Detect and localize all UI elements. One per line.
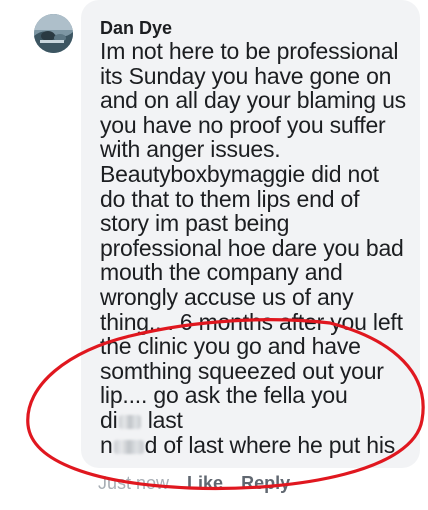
reply-button[interactable]: Reply bbox=[241, 473, 290, 493]
profile-photo-icon bbox=[34, 14, 73, 53]
comment-line-censored: n d of last where he put his bbox=[100, 432, 395, 459]
comment-line: you have no proof you suffer bbox=[100, 111, 386, 138]
comment-line: and on all day your blaming us bbox=[100, 87, 406, 114]
comment-text-fragment: di bbox=[100, 407, 118, 433]
comment-line: Im not here to be professional bbox=[100, 38, 399, 64]
comment-line: wrongly accuse us of any bbox=[100, 284, 354, 310]
comment-line: story im past being bbox=[100, 210, 290, 237]
avatar[interactable] bbox=[34, 14, 73, 53]
comment-line: the clinic you go and have bbox=[100, 333, 361, 360]
censor-blur bbox=[118, 414, 141, 429]
comment-text-fragment: n bbox=[100, 431, 113, 458]
censor-blur bbox=[113, 439, 144, 454]
comment-line: professional hoe dare you bad bbox=[100, 234, 404, 261]
comment-line: Beautyboxbymaggie did not bbox=[100, 161, 379, 187]
comment-line: with anger issues. bbox=[100, 136, 281, 163]
like-button[interactable]: Like bbox=[187, 473, 223, 493]
comment-line-censored: di last bbox=[100, 407, 183, 434]
comment-text-fragment: last bbox=[141, 407, 183, 433]
comment-line: lip.... go ask the fella you bbox=[100, 382, 348, 409]
comment-screenshot: Dan Dye Im not here to be professional i… bbox=[0, 0, 428, 510]
comment-line: somthing squeezed out your bbox=[100, 357, 384, 384]
comment-text-fragment: d of last where he put his bbox=[144, 431, 396, 458]
timestamp[interactable]: Just now bbox=[98, 473, 169, 493]
comment-author[interactable]: Dan Dye bbox=[100, 17, 172, 39]
comment-line: do that to them lips end of bbox=[100, 185, 360, 212]
comment-line: thing.... 6 months after you left bbox=[100, 308, 403, 335]
comment-actions: Just now Like Reply bbox=[98, 471, 308, 495]
comment-line: mouth the company and bbox=[100, 259, 343, 286]
comment-line: its Sunday you have gone on bbox=[100, 62, 392, 89]
